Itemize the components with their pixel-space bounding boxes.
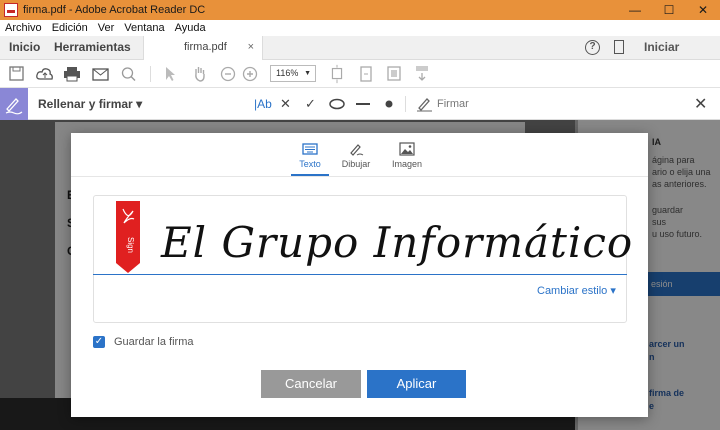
signature-method-tabs: Texto Dibujar Imagen (71, 133, 648, 177)
zoom-select[interactable]: 116% ▼ (270, 65, 316, 82)
fill-sign-menu[interactable]: Rellenar y firmar ▾ (38, 88, 142, 120)
read-mode-icon[interactable] (414, 64, 430, 84)
line-tool-icon[interactable] (355, 96, 371, 112)
window-controls: — ☐ ✕ (618, 0, 720, 20)
sign-pen-icon[interactable] (416, 96, 434, 112)
tab-imagen-label: Imagen (391, 159, 423, 169)
tabs-row: Inicio Herramientas firma.pdf × ? Inicia… (0, 36, 720, 76)
window-title: firma.pdf - Adobe Acrobat Reader DC (23, 4, 206, 16)
fill-sign-divider (405, 96, 406, 112)
email-icon[interactable] (92, 64, 110, 84)
pen-draw-icon (350, 144, 364, 156)
caret-down-icon: ▾ (610, 285, 616, 297)
save-signature-row: ✓ Guardar la firma (93, 336, 193, 348)
mobile-link-icon[interactable] (614, 40, 624, 54)
cross-mark-tool[interactable]: ✕ (280, 96, 291, 112)
zoom-out-icon[interactable] (220, 64, 236, 84)
save-signature-checkbox[interactable]: ✓ (93, 336, 105, 348)
sign-button-label[interactable]: Firmar (437, 88, 469, 120)
image-icon (399, 142, 415, 156)
save-icon[interactable] (9, 64, 25, 84)
menu-archivo[interactable]: Archivo (5, 22, 42, 34)
menu-ventana[interactable]: Ventana (124, 22, 164, 34)
main-toolbar: 116% ▼ (0, 60, 720, 88)
ribbon-text: Sign (126, 237, 135, 253)
maximize-button[interactable]: ☐ (652, 0, 686, 20)
signature-baseline (93, 274, 627, 275)
acrobat-app-icon (4, 3, 18, 17)
tab-document-label: firma.pdf (184, 41, 227, 53)
circle-tool-icon[interactable] (329, 96, 345, 112)
tab-herramientas[interactable]: Herramientas (54, 36, 131, 60)
close-window-button[interactable]: ✕ (686, 0, 720, 20)
upload-cloud-icon[interactable] (36, 64, 54, 84)
fill-sign-label: Rellenar y firmar (38, 97, 133, 111)
tab-texto-label: Texto (299, 159, 321, 169)
chevron-down-icon: ▼ (304, 70, 311, 77)
change-style-link[interactable]: Cambiar estilo ▾ (537, 284, 616, 297)
signature-text: El Grupo Informático (161, 218, 634, 267)
print-icon[interactable] (63, 64, 81, 84)
tab-inicio[interactable]: Inicio (9, 36, 40, 60)
save-signature-label[interactable]: Guardar la firma (114, 336, 193, 348)
cancel-button[interactable]: Cancelar (261, 370, 361, 398)
tab-dibujar-label: Dibujar (341, 159, 371, 169)
menu-edicion[interactable]: Edición (52, 22, 88, 34)
menu-bar: Archivo Edición Ver Ventana Ayuda (0, 20, 720, 36)
fill-sign-tool-badge (0, 88, 28, 120)
toolbar-divider (150, 66, 151, 82)
minimize-button[interactable]: — (618, 0, 652, 20)
signature-dialog: Texto Dibujar Imagen Sign El Grupo Infor… (71, 133, 648, 417)
caret-down-icon: ▾ (136, 97, 143, 111)
menu-ver[interactable]: Ver (98, 22, 115, 34)
check-mark-tool[interactable]: ✓ (305, 96, 316, 112)
apply-button[interactable]: Aplicar (367, 370, 466, 398)
tab-dibujar[interactable]: Dibujar (331, 141, 381, 169)
signin-link[interactable]: Iniciar sesión (644, 36, 720, 76)
hand-tool-icon[interactable] (192, 64, 208, 84)
tab-imagen[interactable]: Imagen (382, 141, 432, 169)
fit-page-icon[interactable] (330, 64, 344, 84)
fill-sign-toolbar: Rellenar y firmar ▾ |Ab ✕ ✓ Firmar ✕ (0, 88, 720, 120)
tab-texto[interactable]: Texto (285, 141, 335, 176)
add-text-tool[interactable]: |Ab (254, 97, 272, 113)
keyboard-icon (302, 143, 318, 155)
tab-document[interactable]: firma.pdf × (143, 36, 263, 61)
help-icon[interactable]: ? (585, 40, 600, 55)
full-screen-icon[interactable] (386, 64, 402, 84)
menu-ayuda[interactable]: Ayuda (175, 22, 206, 34)
zoom-value: 116% (276, 68, 299, 78)
title-bar: firma.pdf - Adobe Acrobat Reader DC — ☐ … (0, 0, 720, 20)
add-text-label: Ab (257, 97, 272, 111)
rotate-page-icon[interactable] (359, 64, 373, 84)
zoom-in-icon[interactable] (242, 64, 258, 84)
change-style-label: Cambiar estilo (537, 285, 608, 297)
dot-tool-icon[interactable] (382, 96, 396, 112)
search-icon[interactable] (121, 64, 137, 84)
close-fill-sign-icon[interactable]: ✕ (694, 94, 707, 114)
sign-here-ribbon-icon: Sign (116, 201, 140, 273)
close-tab-icon[interactable]: × (248, 36, 254, 58)
select-cursor-icon[interactable] (163, 64, 177, 84)
fill-sign-pen-icon (5, 98, 23, 115)
